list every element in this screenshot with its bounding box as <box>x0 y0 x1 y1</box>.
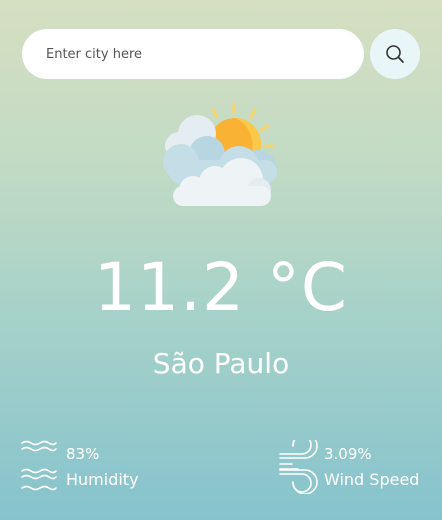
wind-icon <box>279 440 318 494</box>
search-bar <box>22 29 420 79</box>
city-name: São Paulo <box>152 347 290 380</box>
search-button[interactable] <box>370 29 420 79</box>
humidity-value: 83% <box>66 445 100 463</box>
search-icon <box>386 45 404 63</box>
humidity-waves-icon <box>21 440 57 491</box>
partly-cloudy-icon <box>163 102 277 206</box>
wind-speed-label: Wind Speed <box>324 470 420 489</box>
wind-stat: 3.09% Wind Speed <box>278 440 428 494</box>
wind-speed-value: 3.09% <box>324 445 372 463</box>
humidity-label: Humidity <box>66 470 139 489</box>
city-search-input[interactable] <box>22 29 364 79</box>
humidity-stat: 83% Humidity <box>20 440 170 494</box>
temperature-value: 11.2 °C <box>93 249 349 326</box>
